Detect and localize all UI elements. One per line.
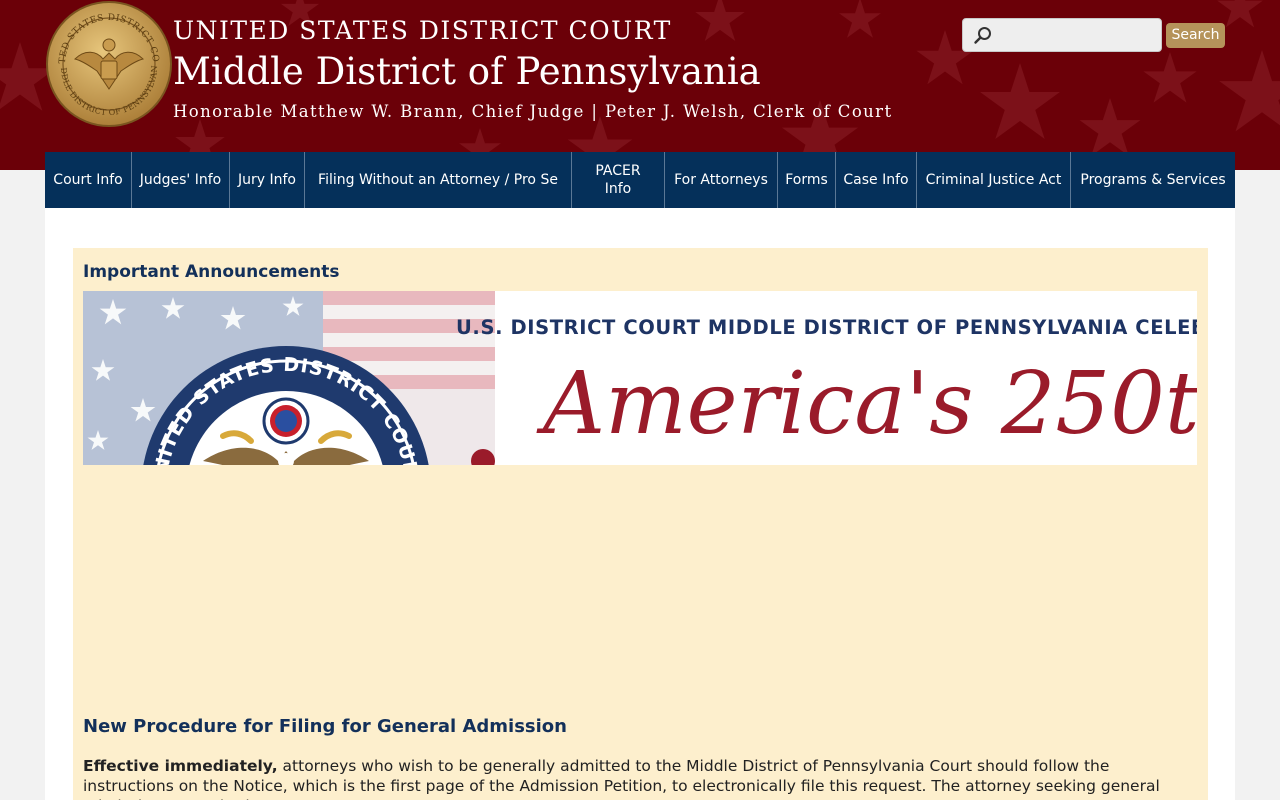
general-admission-paragraph: Effective immediately, attorneys who wis… [83, 756, 1197, 800]
celebration-banner[interactable]: UNITED STATES DISTRICT COURT U.S. DISTRI… [83, 291, 1197, 465]
site-header: UNITED STATES DISTRICT COURT MIDDLE DIST… [0, 0, 1280, 170]
nav-filing-pro-se[interactable]: Filing Without an Attorney / Pro Se [305, 152, 572, 208]
banner-script-text: America's 250th [543, 354, 1197, 454]
search-button[interactable]: Search [1166, 23, 1225, 48]
nav-pacer-info[interactable]: PACER Info [572, 152, 665, 208]
judges-subtitle: Honorable Matthew W. Brann, Chief Judge … [173, 102, 893, 121]
district-title[interactable]: Middle District of Pennsylvania [173, 50, 761, 93]
main-nav: Court Info Judges' Info Jury Info Filing… [45, 152, 1235, 208]
court-seal-logo[interactable]: UNITED STATES DISTRICT COURT MIDDLE DIST… [45, 1, 173, 127]
nav-forms[interactable]: Forms [778, 152, 836, 208]
nav-judges-info[interactable]: Judges' Info [132, 152, 230, 208]
search-box [962, 18, 1162, 52]
banner-headline: U.S. DISTRICT COURT MIDDLE DISTRICT OF P… [456, 316, 1197, 339]
court-name-line: UNITED STATES DISTRICT COURT [173, 16, 672, 45]
nav-programs-services[interactable]: Programs & Services [1071, 152, 1235, 208]
nav-court-info[interactable]: Court Info [45, 152, 132, 208]
svg-text:UNITED STATES DISTRICT COURT: UNITED STATES DISTRICT COURT [149, 354, 423, 465]
search-input[interactable] [999, 23, 1155, 47]
announcements-heading: Important Announcements [83, 262, 340, 282]
nav-for-attorneys[interactable]: For Attorneys [665, 152, 778, 208]
nav-case-info[interactable]: Case Info [836, 152, 917, 208]
seal-ring-text: UNITED STATES DISTRICT COURT [149, 354, 423, 465]
nav-criminal-justice-act[interactable]: Criminal Justice Act [917, 152, 1071, 208]
effective-lead: Effective immediately, [83, 757, 278, 775]
search-icon [974, 27, 991, 44]
flag-image: UNITED STATES DISTRICT COURT [83, 291, 495, 465]
general-admission-heading: New Procedure for Filing for General Adm… [83, 716, 567, 737]
nav-jury-info[interactable]: Jury Info [230, 152, 305, 208]
